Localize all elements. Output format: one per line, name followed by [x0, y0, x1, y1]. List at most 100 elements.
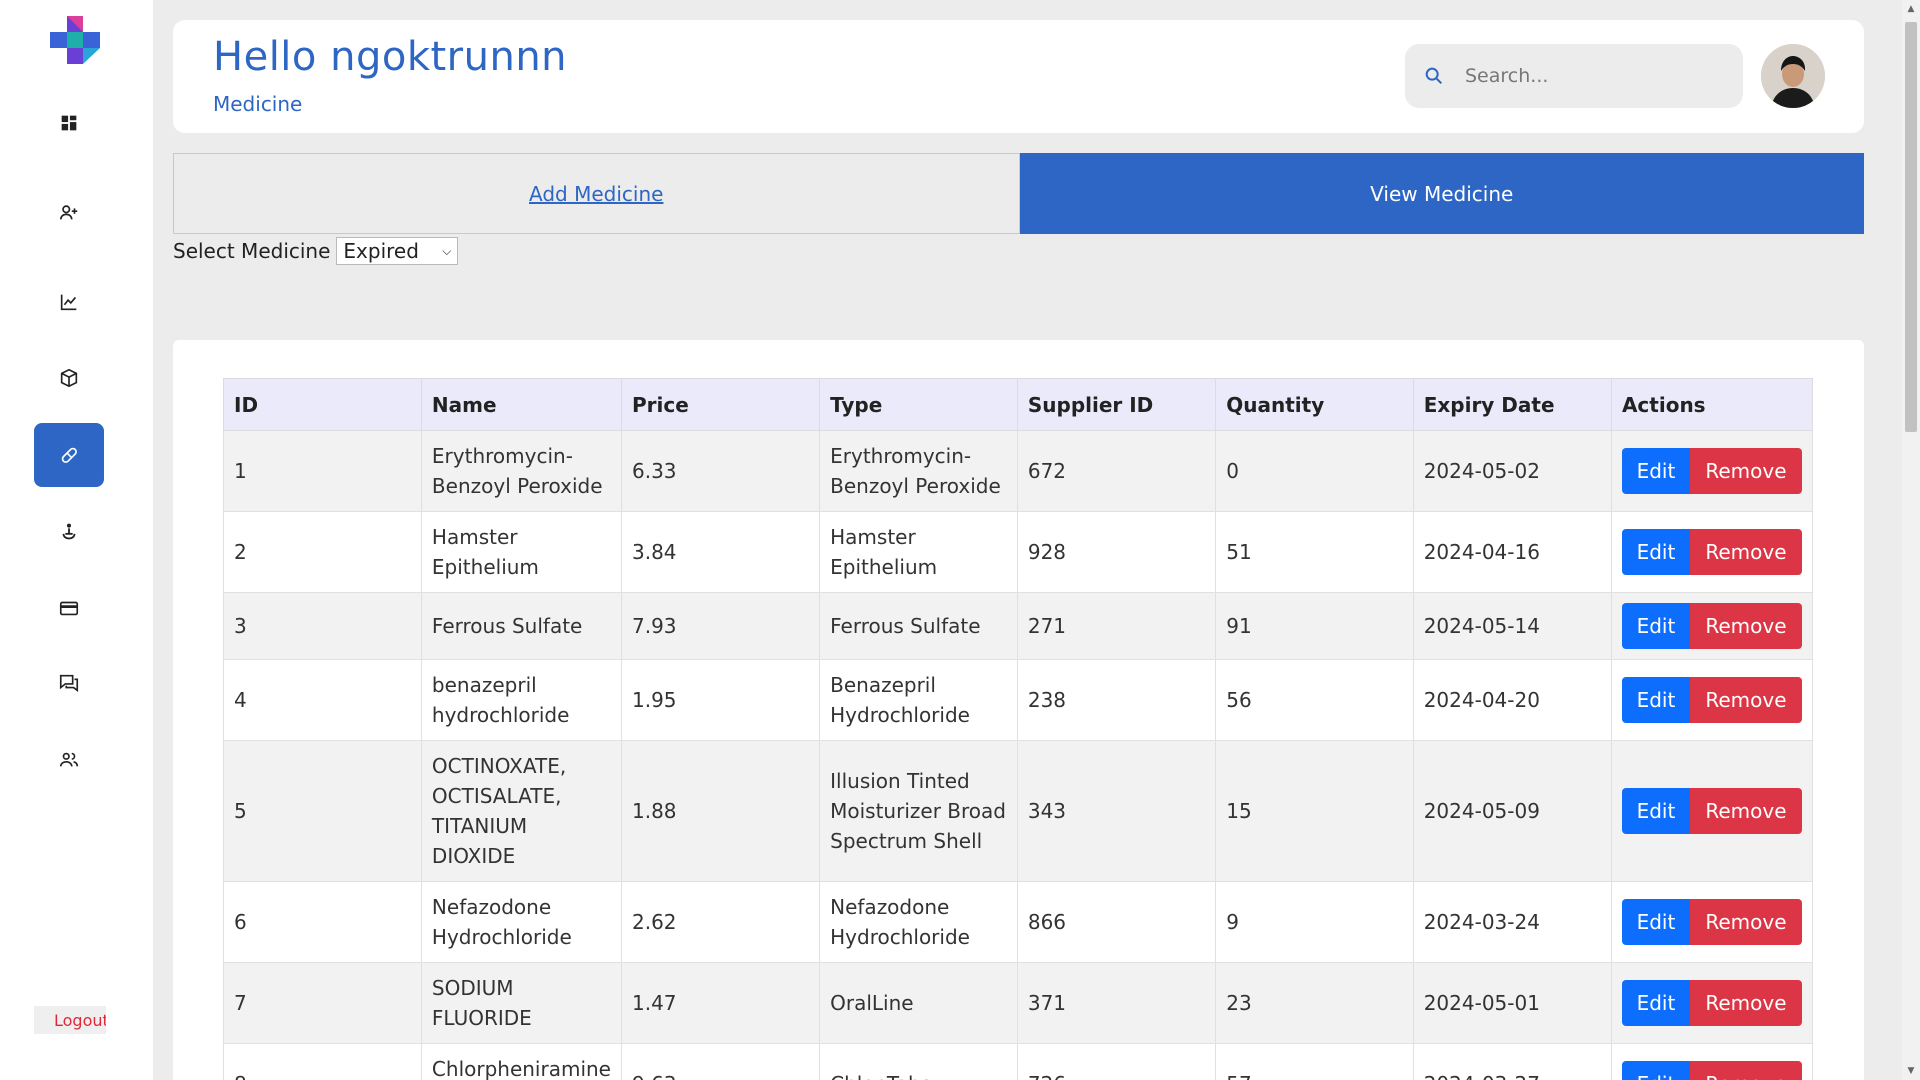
cell-type: Nefazodone Hydrochloride: [819, 881, 1018, 963]
cell-actions: EditRemove: [1610, 592, 1814, 660]
tab-bar: Add Medicine View Medicine: [173, 153, 1864, 234]
cell-actions: EditRemove: [1610, 659, 1814, 741]
cell-price: 1.47: [620, 962, 821, 1044]
page-scrollbar[interactable]: ▲ ▼: [1902, 0, 1920, 1080]
cell-expiry-date: 2024-03-27: [1412, 1043, 1612, 1080]
row-actions: EditRemove: [1621, 899, 1802, 945]
cell-supplier-id: 238: [1016, 659, 1217, 741]
edit-button[interactable]: Edit: [1621, 1061, 1690, 1080]
add-user-icon: [59, 205, 78, 220]
search-input[interactable]: [1465, 65, 1725, 87]
cell-quantity: 0: [1215, 430, 1414, 512]
header-expiry-date: Expiry Date: [1412, 378, 1612, 431]
tab-add-medicine[interactable]: Add Medicine: [173, 153, 1020, 234]
cell-id: 2: [223, 511, 422, 593]
remove-button[interactable]: Remove: [1689, 980, 1802, 1026]
logout-label: Logout: [54, 1010, 106, 1030]
cell-actions: EditRemove: [1610, 962, 1814, 1044]
table-row: 6 Nefazodone Hydrochloride 2.62 Nefazodone …: [223, 881, 1814, 963]
cell-actions: EditRemove: [1610, 1043, 1814, 1080]
table-row: 5 OCTINOXATE, OCTISALATE, TITANIUM DIOXID…: [223, 740, 1814, 882]
row-actions: EditRemove: [1621, 529, 1802, 575]
logout-button[interactable]: Logout: [34, 1006, 106, 1034]
cell-type: Chlor-Tabs: [819, 1043, 1018, 1080]
search-icon: [1425, 67, 1443, 85]
remove-button[interactable]: Remove: [1689, 788, 1802, 834]
cell-actions: EditRemove: [1610, 511, 1814, 593]
row-actions: EditRemove: [1621, 677, 1802, 723]
search-bar[interactable]: [1405, 44, 1743, 108]
pill-icon: [61, 447, 77, 463]
row-actions: EditRemove: [1621, 1061, 1802, 1080]
header-price: Price: [620, 378, 821, 431]
nav-analytics[interactable]: [34, 270, 104, 334]
cell-id: 6: [223, 881, 422, 963]
scroll-thumb[interactable]: [1905, 22, 1917, 432]
nav-inventory[interactable]: [34, 346, 104, 410]
tab-view-medicine[interactable]: View Medicine: [1019, 153, 1864, 234]
cell-price: 6.33: [620, 430, 821, 512]
table-row: 1 Erythromycin-Benzoyl Peroxide 6.33 Erythr…: [223, 430, 1814, 512]
nav-users[interactable]: [34, 728, 104, 792]
cell-quantity: 56: [1215, 659, 1414, 741]
medicine-select[interactable]: Expired ⌵: [336, 237, 459, 265]
header-card: Hello ngoktrunnn Medicine: [173, 20, 1864, 133]
row-actions: EditRemove: [1621, 448, 1802, 494]
logo-icon[interactable]: [50, 16, 100, 64]
page-subtitle: Medicine: [213, 92, 303, 116]
header-supplier-id: Supplier ID: [1016, 378, 1217, 431]
cell-name: Erythromycin-Benzoyl Peroxide: [420, 430, 622, 512]
scroll-down-icon[interactable]: ▼: [1906, 1066, 1916, 1076]
remove-button[interactable]: Remove: [1689, 603, 1802, 649]
avatar[interactable]: [1761, 44, 1825, 108]
cell-id: 1: [223, 430, 422, 512]
edit-button[interactable]: Edit: [1621, 529, 1690, 575]
chevron-down-icon: ⌵: [442, 243, 452, 258]
sidebar: Logout: [0, 0, 153, 1080]
nav-add-user[interactable]: [34, 181, 104, 245]
cell-id: 3: [223, 592, 422, 660]
cell-name: Nefazodone Hydrochloride: [420, 881, 622, 963]
select-value: Expired: [343, 239, 419, 263]
edit-button[interactable]: Edit: [1621, 980, 1690, 1026]
edit-button[interactable]: Edit: [1621, 603, 1690, 649]
edit-button[interactable]: Edit: [1621, 448, 1690, 494]
cell-id: 5: [223, 740, 422, 882]
medicine-filter: Select Medicine Expired ⌵: [173, 236, 459, 266]
cell-supplier-id: 726: [1016, 1043, 1217, 1080]
cell-price: 7.93: [620, 592, 821, 660]
remove-button[interactable]: Remove: [1689, 899, 1802, 945]
nav-accessibility[interactable]: [34, 500, 104, 564]
nav-messages[interactable]: [34, 651, 104, 715]
edit-button[interactable]: Edit: [1621, 677, 1690, 723]
cell-type: OralLine: [819, 962, 1018, 1044]
cell-type: Benazepril Hydrochloride: [819, 659, 1018, 741]
nav-dashboard[interactable]: [34, 91, 104, 155]
remove-button[interactable]: Remove: [1689, 529, 1802, 575]
credit-card-icon: [59, 601, 79, 616]
header-actions: Actions: [1610, 378, 1814, 431]
cell-price: 9.63: [620, 1043, 821, 1080]
cell-name: Chlorpheniramine Maleate: [420, 1043, 622, 1080]
cell-price: 1.88: [620, 740, 821, 882]
cell-expiry-date: 2024-04-20: [1412, 659, 1612, 741]
cell-price: 3.84: [620, 511, 821, 593]
scroll-up-icon[interactable]: ▲: [1906, 4, 1916, 14]
cell-quantity: 57: [1215, 1043, 1414, 1080]
cell-id: 4: [223, 659, 422, 741]
nav-medicine[interactable]: [34, 423, 104, 487]
cell-actions: EditRemove: [1610, 881, 1814, 963]
cell-supplier-id: 928: [1016, 511, 1217, 593]
edit-button[interactable]: Edit: [1621, 899, 1690, 945]
cell-expiry-date: 2024-03-24: [1412, 881, 1612, 963]
remove-button[interactable]: Remove: [1689, 1061, 1802, 1080]
nav-payments[interactable]: [34, 576, 104, 640]
remove-button[interactable]: Remove: [1689, 677, 1802, 723]
cell-name: OCTINOXATE, OCTISALATE, TITANIUM DIOXIDE: [420, 740, 622, 882]
cell-quantity: 15: [1215, 740, 1414, 882]
cell-expiry-date: 2024-05-09: [1412, 740, 1612, 882]
cell-name: benazepril hydrochloride: [420, 659, 622, 741]
edit-button[interactable]: Edit: [1621, 788, 1690, 834]
cell-quantity: 9: [1215, 881, 1414, 963]
remove-button[interactable]: Remove: [1689, 448, 1802, 494]
